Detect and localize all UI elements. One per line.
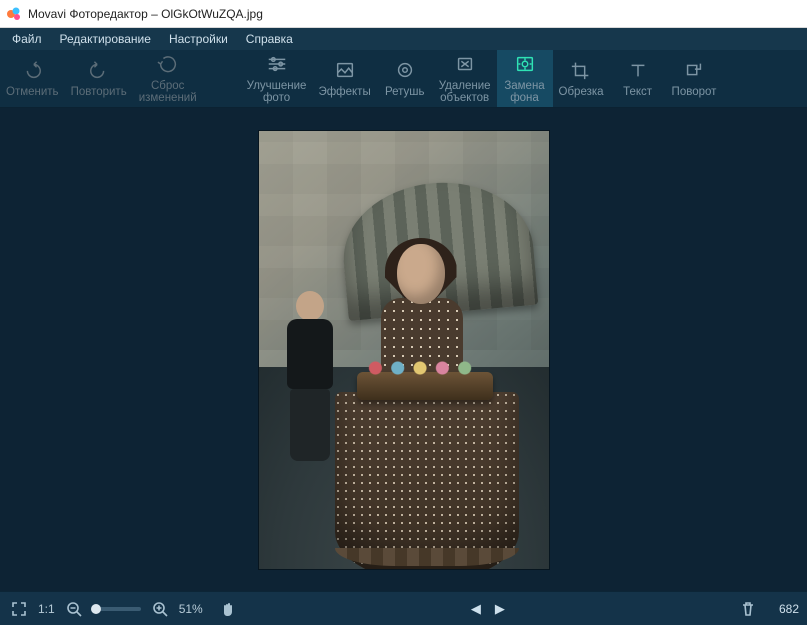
background-replace-button[interactable]: Замена фона bbox=[497, 50, 553, 107]
effects-button[interactable]: Эффекты bbox=[312, 50, 376, 107]
zoom-in-button[interactable] bbox=[149, 598, 171, 620]
delete-button[interactable] bbox=[737, 598, 759, 620]
sliders-icon bbox=[266, 54, 288, 77]
menu-help[interactable]: Справка bbox=[238, 30, 301, 48]
hand-tool-button[interactable] bbox=[217, 598, 239, 620]
rotate-label: Поворот bbox=[672, 86, 717, 98]
menu-file[interactable]: Файл bbox=[4, 30, 50, 48]
text-icon bbox=[627, 60, 649, 83]
effects-icon bbox=[334, 60, 356, 83]
reset-label: Сброс изменений bbox=[139, 80, 197, 104]
crop-icon bbox=[570, 60, 592, 83]
fullscreen-button[interactable] bbox=[8, 598, 30, 620]
retouch-button[interactable]: Ретушь bbox=[377, 50, 433, 107]
canvas-area[interactable] bbox=[0, 108, 807, 591]
window-title: Movavi Фоторедактор – OlGkOtWuZQA.jpg bbox=[28, 7, 263, 21]
image-dimension: 682 bbox=[779, 602, 799, 616]
menubar: Файл Редактирование Настройки Справка bbox=[0, 28, 807, 50]
reset-icon bbox=[157, 54, 179, 77]
nav-arrows: ◀ ▶ bbox=[471, 601, 505, 617]
enhance-button[interactable]: Улучшение фото bbox=[241, 50, 313, 107]
app-logo-icon bbox=[6, 6, 22, 22]
prev-image-button[interactable]: ◀ bbox=[471, 601, 481, 617]
redo-button[interactable]: Повторить bbox=[65, 50, 133, 107]
background-replace-icon bbox=[514, 54, 536, 77]
menu-edit[interactable]: Редактирование bbox=[52, 30, 159, 48]
text-button[interactable]: Текст bbox=[610, 50, 666, 107]
photo-preview[interactable] bbox=[259, 131, 549, 569]
crop-button[interactable]: Обрезка bbox=[553, 50, 610, 107]
scale-1to1-button[interactable]: 1:1 bbox=[38, 602, 55, 616]
effects-label: Эффекты bbox=[318, 86, 370, 98]
undo-label: Отменить bbox=[6, 86, 59, 98]
text-label: Текст bbox=[623, 86, 652, 98]
reset-button[interactable]: Сброс изменений bbox=[133, 50, 203, 107]
zoom-percent: 51% bbox=[179, 602, 203, 616]
undo-icon bbox=[21, 60, 43, 83]
crop-label: Обрезка bbox=[559, 86, 604, 98]
removal-icon bbox=[454, 54, 476, 77]
zoom-out-button[interactable] bbox=[63, 598, 85, 620]
enhance-label: Улучшение фото bbox=[247, 80, 307, 104]
removal-label: Удаление объектов bbox=[439, 80, 491, 104]
next-image-button[interactable]: ▶ bbox=[495, 601, 505, 617]
titlebar: Movavi Фоторедактор – OlGkOtWuZQA.jpg bbox=[0, 0, 807, 28]
toolbar: Отменить Повторить Сброс изменений Улучш… bbox=[0, 50, 807, 108]
rotate-button[interactable]: Поворот bbox=[666, 50, 723, 107]
menu-settings[interactable]: Настройки bbox=[161, 30, 236, 48]
rotate-icon bbox=[683, 60, 705, 83]
background-replace-label: Замена фона bbox=[504, 80, 544, 104]
redo-icon bbox=[88, 60, 110, 83]
redo-label: Повторить bbox=[71, 86, 127, 98]
object-removal-button[interactable]: Удаление объектов bbox=[433, 50, 497, 107]
retouch-icon bbox=[394, 60, 416, 83]
undo-button[interactable]: Отменить bbox=[0, 50, 65, 107]
retouch-label: Ретушь bbox=[385, 86, 425, 98]
zoom-slider[interactable] bbox=[93, 607, 141, 611]
status-bar: 1:1 51% ◀ ▶ 682 bbox=[0, 591, 807, 625]
